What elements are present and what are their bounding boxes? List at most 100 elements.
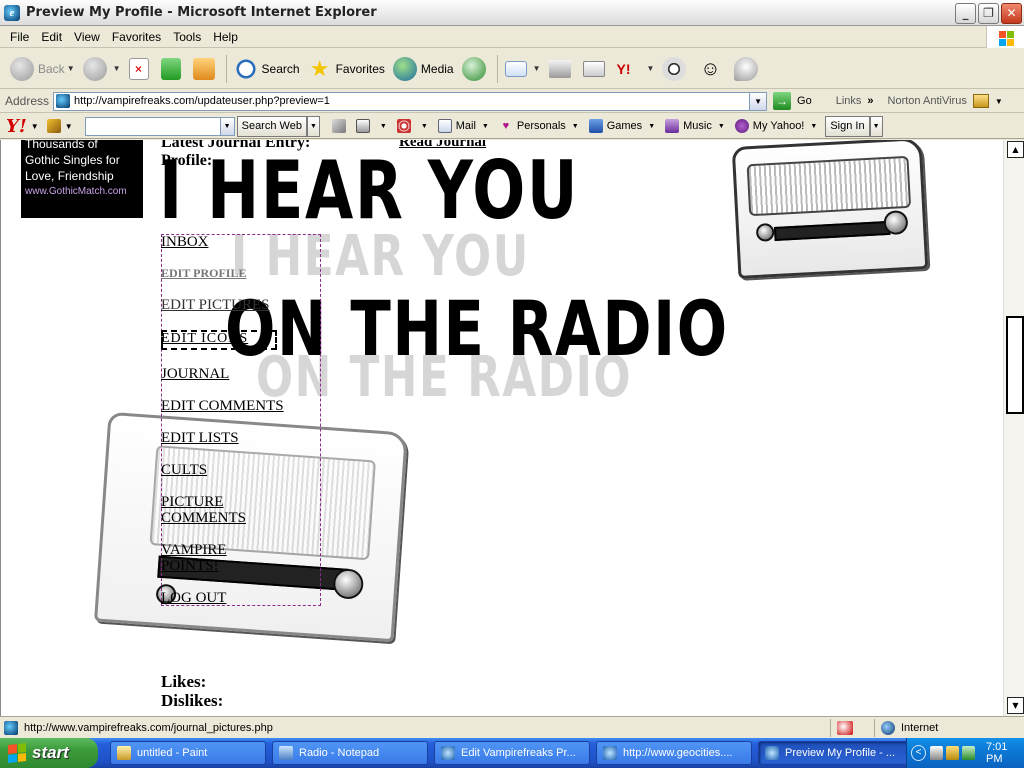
yahoo-music-button[interactable]: Music ▼: [665, 119, 725, 133]
maximize-button[interactable]: ❐: [978, 3, 999, 24]
task-geocities[interactable]: http://www.geocities....: [596, 741, 752, 765]
nav-edit-comments[interactable]: EDIT COMMENTS: [161, 398, 284, 415]
scroll-thumb[interactable]: [1006, 316, 1024, 414]
zone-label: Internet: [901, 721, 939, 734]
forward-dropdown-icon[interactable]: ▼: [113, 64, 121, 73]
stop-button[interactable]: ×: [125, 52, 157, 86]
yahoo-messenger-button[interactable]: Y! ▼: [613, 52, 659, 86]
privacy-cell[interactable]: [830, 718, 874, 737]
back-button[interactable]: Back ▼: [6, 52, 79, 86]
print-button[interactable]: [545, 52, 579, 86]
home-button[interactable]: [189, 52, 223, 86]
scroll-up-icon[interactable]: ▲: [1007, 141, 1024, 158]
task-paint[interactable]: untitled - Paint: [110, 741, 266, 765]
menu-file[interactable]: File: [4, 30, 35, 44]
personals-dropdown-icon[interactable]: ▼: [572, 123, 579, 130]
scroll-down-icon[interactable]: ▼: [1007, 697, 1024, 714]
address-url[interactable]: http://vampirefreaks.com/updateuser.php?…: [74, 95, 749, 107]
nav-edit-pictures[interactable]: EDIT PICTURES: [161, 297, 269, 314]
history-button[interactable]: [458, 52, 494, 86]
minimize-button[interactable]: _: [955, 3, 976, 24]
forward-button[interactable]: ▼: [79, 52, 125, 86]
links-chevron-icon[interactable]: »: [867, 95, 873, 107]
search-button[interactable]: Search: [230, 52, 304, 86]
search-web-button[interactable]: Search Web: [236, 115, 307, 137]
menu-favorites[interactable]: Favorites: [106, 30, 167, 44]
clock: 7:01 PM: [986, 741, 1008, 765]
yahoo-search-input[interactable]: ▼: [84, 116, 235, 136]
refresh-button[interactable]: [157, 52, 189, 86]
pencil-icon[interactable]: [46, 119, 61, 133]
my-yahoo-button[interactable]: My Yahoo! ▼: [734, 119, 817, 133]
tray-expand-icon[interactable]: <: [911, 745, 926, 761]
favorites-button[interactable]: ★ Favorites: [304, 52, 389, 86]
sign-in-dropdown[interactable]: ▼: [869, 115, 883, 137]
nav-inbox[interactable]: INBOX: [161, 234, 209, 251]
task-preview-profile[interactable]: Preview My Profile - ...: [758, 741, 914, 765]
menu-help[interactable]: Help: [207, 30, 244, 44]
norton-icon[interactable]: [972, 94, 989, 108]
my-yahoo-dropdown-icon[interactable]: ▼: [810, 123, 817, 130]
zone-cell[interactable]: Internet: [874, 718, 1024, 737]
mask-dropdown-icon[interactable]: ▼: [380, 123, 387, 130]
yahoo-personals-button[interactable]: ♥ Personals ▼: [499, 119, 579, 133]
target-button[interactable]: ▼: [396, 119, 428, 133]
music-dropdown-icon[interactable]: ▼: [718, 123, 725, 130]
task-edit-vampirefreaks[interactable]: Edit Vampirefreaks Pr...: [434, 741, 590, 765]
links-label[interactable]: Links: [836, 95, 862, 107]
search-web-dropdown[interactable]: ▼: [306, 115, 320, 137]
nav-journal[interactable]: JOURNAL: [161, 366, 229, 383]
back-dropdown-icon[interactable]: ▼: [67, 64, 75, 73]
norton-dropdown-icon[interactable]: ▼: [995, 97, 1003, 106]
task-label: Edit Vampirefreaks Pr...: [461, 747, 576, 759]
edit-button[interactable]: [579, 52, 613, 86]
mail-button[interactable]: ▼: [501, 52, 545, 86]
mask-button[interactable]: ▼: [355, 119, 387, 133]
yahoo-logo-dropdown-icon[interactable]: ▼: [31, 122, 39, 131]
task-notepad[interactable]: Radio - Notepad: [272, 741, 428, 765]
page-viewport[interactable]: Thousands of Gothic Singles for Love, Fr…: [0, 140, 1003, 716]
address-dropdown-icon[interactable]: ▼: [749, 92, 767, 110]
messenger-button[interactable]: ☺: [694, 52, 730, 86]
ad-link[interactable]: www.GothicMatch.com: [25, 184, 139, 200]
menu-edit[interactable]: Edit: [35, 30, 68, 44]
games-dropdown-icon[interactable]: ▼: [648, 123, 655, 130]
search-history-dropdown-icon[interactable]: ▼: [219, 117, 234, 135]
nav-picture-comments[interactable]: PICTURE COMMENTS: [161, 494, 271, 526]
address-input[interactable]: http://vampirefreaks.com/updateuser.php?…: [53, 91, 768, 111]
gothic-match-ad[interactable]: Thousands of Gothic Singles for Love, Fr…: [21, 140, 143, 218]
vertical-scrollbar[interactable]: ▲ ▼: [1003, 140, 1024, 716]
nav-edit-profile[interactable]: EDIT PROFILE: [161, 266, 246, 281]
media-globe-icon: [392, 56, 417, 81]
menu-view[interactable]: View: [68, 30, 106, 44]
yahoo-logo[interactable]: Y!: [6, 116, 27, 137]
pencil-dropdown-icon[interactable]: ▼: [65, 122, 73, 131]
yahoo-music-label: Music: [683, 120, 712, 132]
menu-tools[interactable]: Tools: [167, 30, 207, 44]
tray-app-icon[interactable]: [930, 746, 943, 760]
norton-label[interactable]: Norton AntiVirus: [888, 95, 967, 107]
media-button[interactable]: Media: [389, 52, 458, 86]
nav-vampire-points[interactable]: VAMPIRE POINTS!: [161, 542, 261, 574]
close-button[interactable]: ✕: [1001, 3, 1022, 24]
nav-log-out[interactable]: LOG OUT: [161, 590, 226, 607]
tray-network-icon[interactable]: [962, 746, 975, 760]
highlight-pencil-icon[interactable]: [331, 119, 346, 133]
flower-button[interactable]: [658, 52, 694, 86]
start-button[interactable]: start: [0, 738, 98, 768]
yahoo-dropdown-icon[interactable]: ▼: [647, 64, 655, 73]
tray-security-icon[interactable]: [946, 746, 959, 760]
nav-edit-icons[interactable]: EDIT ICONS: [161, 331, 248, 347]
task-label: http://www.geocities....: [623, 747, 733, 759]
privacy-icon[interactable]: [837, 720, 853, 735]
yahoo-games-button[interactable]: Games ▼: [588, 119, 655, 133]
yahoo-mail-button[interactable]: Mail ▼: [437, 119, 489, 133]
sign-in-button[interactable]: Sign In: [825, 115, 870, 137]
nav-cults[interactable]: CULTS: [161, 462, 207, 479]
mail-dropdown-icon[interactable]: ▼: [533, 64, 541, 73]
go-button[interactable]: → Go: [773, 92, 812, 110]
nav-edit-lists[interactable]: EDIT LISTS: [161, 430, 239, 447]
mail-menu-dropdown-icon[interactable]: ▼: [482, 123, 489, 130]
target-dropdown-icon[interactable]: ▼: [421, 123, 428, 130]
discuss-button[interactable]: [730, 52, 766, 86]
